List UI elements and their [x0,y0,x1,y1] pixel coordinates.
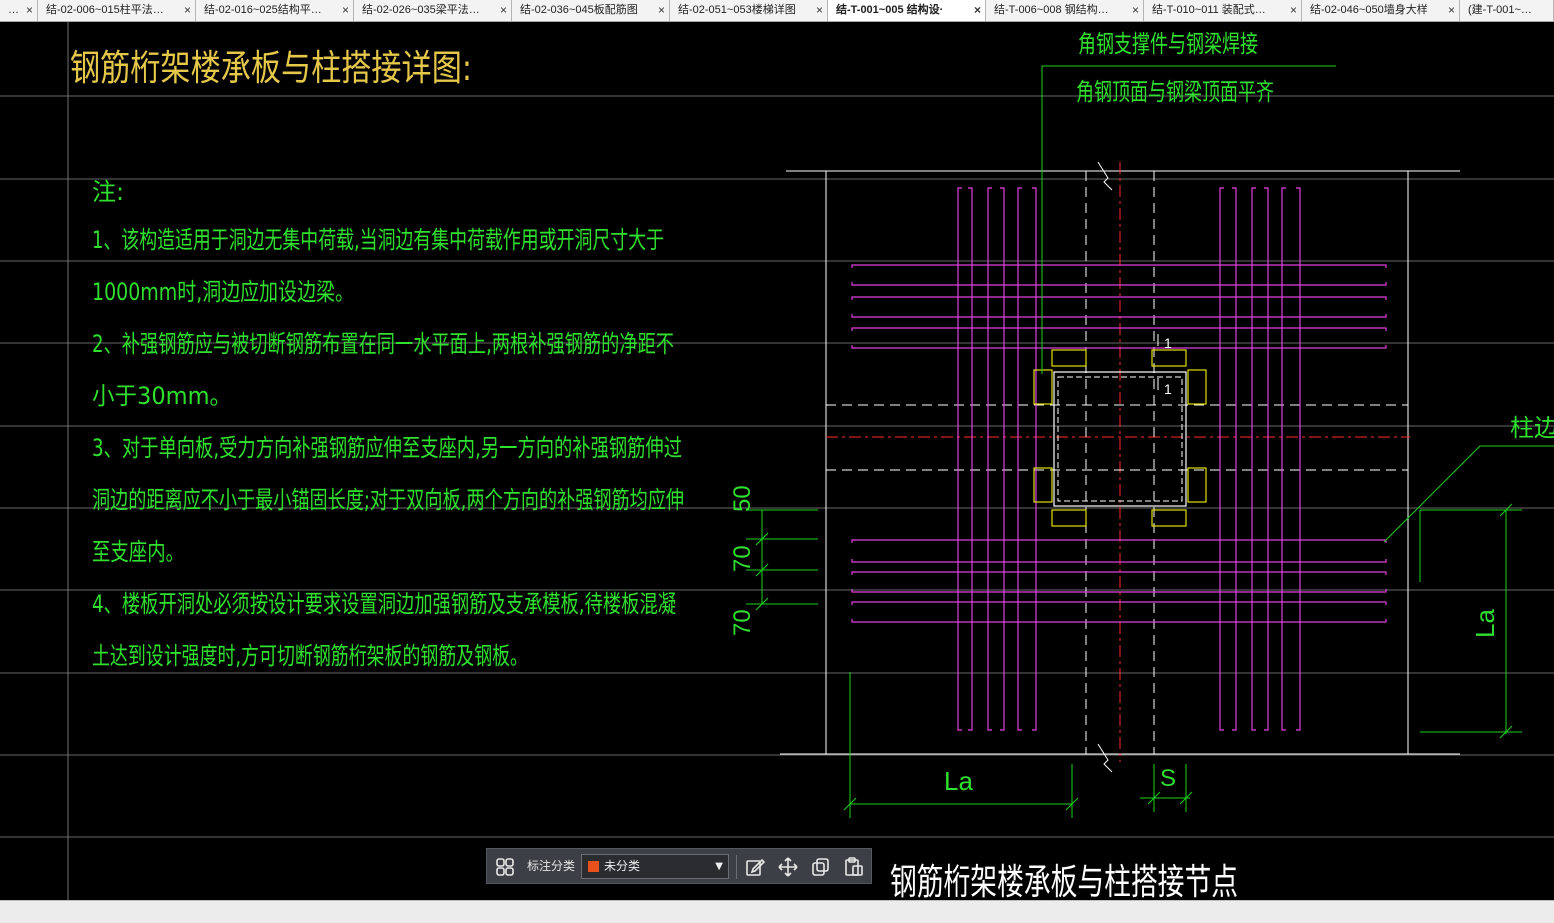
dim-text-70-a: 70 [729,545,756,572]
rebar-horizontal-bottom [851,571,1387,593]
angle-steel-horizontal [1151,509,1187,527]
tab-label: 结-02-026~035梁平法… [362,4,480,16]
rebar-horizontal-top [851,264,1387,286]
note-line: 4、楼板开洞处必须按设计要求设置洞边加强钢筋及支承模板,待楼板混凝 [92,590,676,618]
note-line: 3、对于单向板,受力方向补强钢筋应伸至支座内,另一方向的补强钢筋伸过 [92,434,682,462]
angle-steel-horizontal [1051,349,1087,367]
note-line: 小于30mm。 [92,382,232,410]
angle-steel-horizontal [1151,349,1187,367]
angle-steel-vertical [1187,369,1207,405]
tab-8[interactable]: 结-T-010~011 装配式… × [1144,0,1302,21]
close-icon[interactable]: × [342,0,349,21]
leader-lines [1041,65,1554,543]
rebar-vertical-left [987,187,1005,731]
tab-3[interactable]: 结-02-026~035梁平法… × [354,0,512,21]
tab-label: 结-02-006~015柱平法… [46,4,164,16]
close-icon[interactable]: × [658,0,665,21]
tab-10[interactable]: (建-T-001~010) [1460,0,1554,21]
close-icon[interactable]: × [26,0,33,21]
notes-block: 1、该构造适用于洞边无集中荷载,当洞边有集中荷载作用或开洞尺寸大于 1000mm时… [92,226,684,670]
leader-line-column-edge [1383,445,1554,543]
rebar-horizontal-top [851,296,1387,318]
category-color-swatch [588,861,599,872]
horizontal-rebars [851,264,1387,623]
tab-6[interactable]: 结-T-001~005 结构设· × [828,0,986,21]
leader-text-weld: 角钢支撑件与钢梁焊接 [1078,30,1258,58]
edit-icon[interactable] [743,855,767,879]
close-icon[interactable]: × [184,0,191,21]
section-mark-top: 1 [1164,335,1172,351]
close-icon[interactable]: × [1290,0,1297,21]
rebar-vertical-left [1017,187,1037,731]
annotation-toolbar: 标注分类 未分类 ▼ [486,848,872,884]
note-line: 1000mm时,洞边应加设边梁。 [92,278,354,306]
copy-icon[interactable] [809,855,833,879]
note-line: 至支座内。 [92,538,184,566]
dim-text-la-right: La [1470,609,1500,638]
angle-steel-vertical [1033,467,1053,503]
cad-drawing-canvas[interactable]: 1 1 钢筋桁架楼承板与柱搭接详图: 注: 1、该构造适用于洞边无集中荷载,当洞… [0,22,1554,900]
tab-4[interactable]: 结-02-036~045板配筋图 × [512,0,670,21]
annotation-category-label: 标注分类 [527,859,576,873]
angle-steel-vertical [1187,467,1207,503]
tab-label: 结-T-010~011 装配式… [1152,4,1266,16]
section-mark-bottom: 1 [1164,381,1172,397]
note-line: 洞边的距离应不小于最小锚固长度;对于双向板,两个方向的补强钢筋均应伸 [92,486,684,514]
close-icon[interactable]: × [974,0,981,21]
tab-label: 结-T-006~008 钢结构… [994,4,1109,16]
drawing-title: 钢筋桁架楼承板与柱搭接详图: [70,48,472,89]
tab-1[interactable]: 结-02-006~015柱平法… × [38,0,196,21]
chevron-down-icon: ▼ [715,861,723,872]
tab-label: 结-T-001~005 结构设· [836,4,944,16]
tab-5[interactable]: 结-02-051~053楼梯详图 × [670,0,828,21]
dim-text-70-b: 70 [729,609,756,636]
rebar-vertical-right [1219,187,1237,731]
close-icon[interactable]: × [816,0,823,21]
tab-label: 结-02-036~045板配筋图 [520,4,638,16]
move-icon[interactable] [776,855,800,879]
tab-label: 结-02-016~025结构平… [204,4,322,16]
break-mark-bottom [1097,743,1113,773]
rebar-vertical-right [1251,187,1269,731]
dim-text-la-bottom: La [944,766,973,796]
note-line: 1、该构造适用于洞边无集中荷载,当洞边有集中荷载作用或开洞尺寸大于 [92,226,664,254]
rebar-vertical-left [957,187,973,731]
tab-7[interactable]: 结-T-006~008 钢结构… × [986,0,1144,21]
notes-heading: 注: [92,178,124,206]
close-icon[interactable]: × [1132,0,1139,21]
tab-label: 结-02-051~053楼梯详图 [678,4,796,16]
note-line: 2、补强钢筋应与被切断钢筋布置在同一水平面上,两根补强钢筋的净距不 [92,330,674,358]
rebar-horizontal-bottom [851,539,1387,563]
angle-steel-vertical [1033,369,1053,405]
node-title: 钢筋桁架楼承板与柱搭接节点 [890,862,1238,900]
rebar-vertical-right [1281,187,1301,731]
leader-text-column-edge: 柱边成 [1510,414,1554,442]
tab-label: (建-T-001~010) [1468,4,1534,16]
center-lines [826,162,1410,762]
close-icon[interactable]: × [1448,0,1455,21]
leader-text-flush: 角钢顶面与钢梁顶面平齐 [1076,78,1274,106]
annotation-category-select[interactable]: 未分类 ▼ [581,854,729,879]
note-line: 土达到设计强度时,方可切断钢筋桁架板的钢筋及钢板。 [92,642,528,670]
document-tab-bar: … × 结-02-006~015柱平法… × 结-02-016~025结构平… × 结-02… [0,0,1554,22]
angle-steel-horizontal [1051,509,1087,527]
dim-text-s: S [1160,765,1176,792]
close-icon[interactable]: × [500,0,507,21]
toolbar-separator [736,855,737,879]
tab-label: … [8,4,18,16]
dim-text-50: 50 [729,485,756,512]
rebar-horizontal-top [851,327,1387,349]
tab-2[interactable]: 结-02-016~025结构平… × [196,0,354,21]
rebar-horizontal-bottom [851,601,1387,623]
category-selected-value: 未分类 [604,859,641,873]
tab-0[interactable]: … × [0,0,38,21]
dimension-lines [746,503,1522,818]
status-bar [0,900,1554,923]
paste-icon[interactable] [842,855,866,879]
vertical-rebars [957,187,1301,731]
tab-9[interactable]: 结-02-046~050墙身大样 × [1302,0,1460,21]
tab-label: 结-02-046~050墙身大样 [1310,4,1428,16]
layers-icon[interactable] [493,855,517,879]
break-mark-top [1097,161,1113,191]
